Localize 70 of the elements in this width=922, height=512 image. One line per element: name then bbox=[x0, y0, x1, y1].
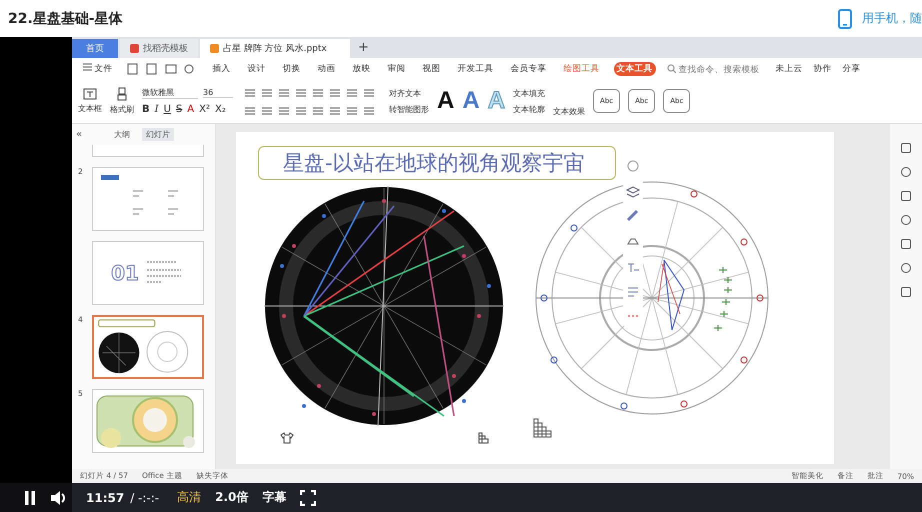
text-box-button[interactable]: 文本框 bbox=[78, 88, 102, 114]
format-button[interactable]: S bbox=[176, 104, 182, 115]
section-number: 01 bbox=[111, 261, 139, 285]
phone-icon bbox=[838, 8, 852, 28]
new-tab-button[interactable]: + bbox=[352, 40, 375, 55]
speed-button[interactable]: 2.0倍 bbox=[215, 489, 248, 506]
slide-thumbnail[interactable]: 01 bbox=[92, 241, 204, 305]
ribbon-tab[interactable]: 放映 bbox=[350, 62, 374, 76]
stairs-icon bbox=[478, 432, 491, 444]
quality-button[interactable]: 高清 bbox=[177, 489, 202, 506]
ribbon-tab[interactable]: 设计 bbox=[244, 62, 269, 76]
menu-link[interactable]: 未上云 bbox=[776, 62, 803, 74]
format-button[interactable]: X₂ bbox=[214, 104, 226, 115]
slide-thumbnail[interactable] bbox=[92, 167, 204, 231]
brush-icon bbox=[116, 87, 128, 101]
menu-link[interactable]: 协作 bbox=[814, 62, 832, 74]
text-outline-button[interactable]: 文本轮廓 bbox=[513, 104, 546, 114]
ribbon-tab[interactable]: 审阅 bbox=[384, 62, 409, 76]
fullscreen-icon[interactable] bbox=[300, 490, 316, 506]
sidebar-tool-icon[interactable] bbox=[900, 190, 912, 202]
ribbon-tab[interactable]: 文本工具 bbox=[614, 62, 656, 76]
menu-link[interactable]: 分享 bbox=[842, 62, 861, 74]
stairs-icon bbox=[533, 418, 553, 438]
font-size-field[interactable]: 36 bbox=[203, 88, 233, 98]
format-button[interactable]: I bbox=[154, 104, 159, 115]
slide-thumbnail[interactable] bbox=[92, 315, 204, 379]
text-fill-button[interactable]: 文本填充 bbox=[513, 88, 546, 98]
duration: / -:-:- bbox=[130, 490, 160, 504]
ribbon-tab[interactable]: 开发工具 bbox=[454, 62, 497, 76]
video-title: 22.星盘基础-星体 bbox=[8, 10, 123, 28]
sidebar-tool-icon[interactable] bbox=[900, 142, 912, 154]
text-style-button[interactable]: A bbox=[462, 87, 480, 115]
document-tab[interactable]: 占星 牌阵 方位 风水.pptx bbox=[200, 39, 350, 58]
document-tab[interactable]: 首页 bbox=[72, 39, 118, 58]
format-button[interactable]: A bbox=[187, 104, 194, 115]
ribbon-tab[interactable]: 切换 bbox=[280, 62, 304, 76]
format-button[interactable]: U bbox=[164, 104, 171, 115]
subtitles-button[interactable]: 字幕 bbox=[262, 489, 286, 506]
ribbon-tab[interactable]: 动画 bbox=[314, 62, 339, 76]
ribbon-tab[interactable]: 视图 bbox=[420, 62, 444, 76]
file-menu[interactable]: 文件 bbox=[80, 62, 116, 76]
panel-tab[interactable]: 大纲 bbox=[110, 128, 134, 141]
shirt-icon bbox=[280, 432, 294, 444]
align-text-button[interactable]: 对齐文本 bbox=[389, 88, 429, 98]
sidebar-tool-icon[interactable] bbox=[900, 166, 912, 178]
sidebar-tool-icon[interactable] bbox=[900, 214, 912, 226]
document-tab[interactable]: 找稻壳模板 bbox=[120, 39, 198, 58]
search-icon bbox=[666, 64, 676, 73]
smart-art-button[interactable]: 转智能图形 bbox=[389, 104, 429, 114]
text-effect-button[interactable]: 文本效果 bbox=[553, 106, 586, 117]
text-box-icon bbox=[83, 88, 97, 100]
ribbon-tab[interactable]: 会员专享 bbox=[508, 62, 550, 76]
volume-icon[interactable] bbox=[50, 490, 68, 506]
sidebar-tool-icon[interactable] bbox=[900, 262, 912, 274]
menu-icon bbox=[83, 62, 92, 70]
font-name-field[interactable]: 微软雅黑 bbox=[142, 87, 198, 99]
text-style-button[interactable]: A bbox=[437, 87, 454, 115]
pause-button[interactable] bbox=[24, 490, 36, 504]
format-button[interactable]: B bbox=[142, 104, 150, 115]
sidebar-tool-icon[interactable] bbox=[900, 286, 912, 298]
current-time: 11:57 bbox=[86, 490, 124, 504]
ribbon-tab[interactable]: 绘图工具 bbox=[560, 62, 603, 76]
sidebar-tool-icon[interactable] bbox=[900, 238, 912, 250]
slide-thumbnail[interactable] bbox=[92, 389, 204, 453]
panel-tab[interactable]: 幻灯片 bbox=[142, 128, 174, 141]
format-painter-button[interactable]: 格式刷 bbox=[110, 87, 134, 115]
format-button[interactable]: X² bbox=[199, 104, 210, 115]
ribbon-tab[interactable]: 插入 bbox=[210, 62, 234, 76]
search-field[interactable]: 查找命令、搜索模板 bbox=[666, 64, 765, 74]
collapse-button[interactable]: « bbox=[76, 129, 82, 140]
